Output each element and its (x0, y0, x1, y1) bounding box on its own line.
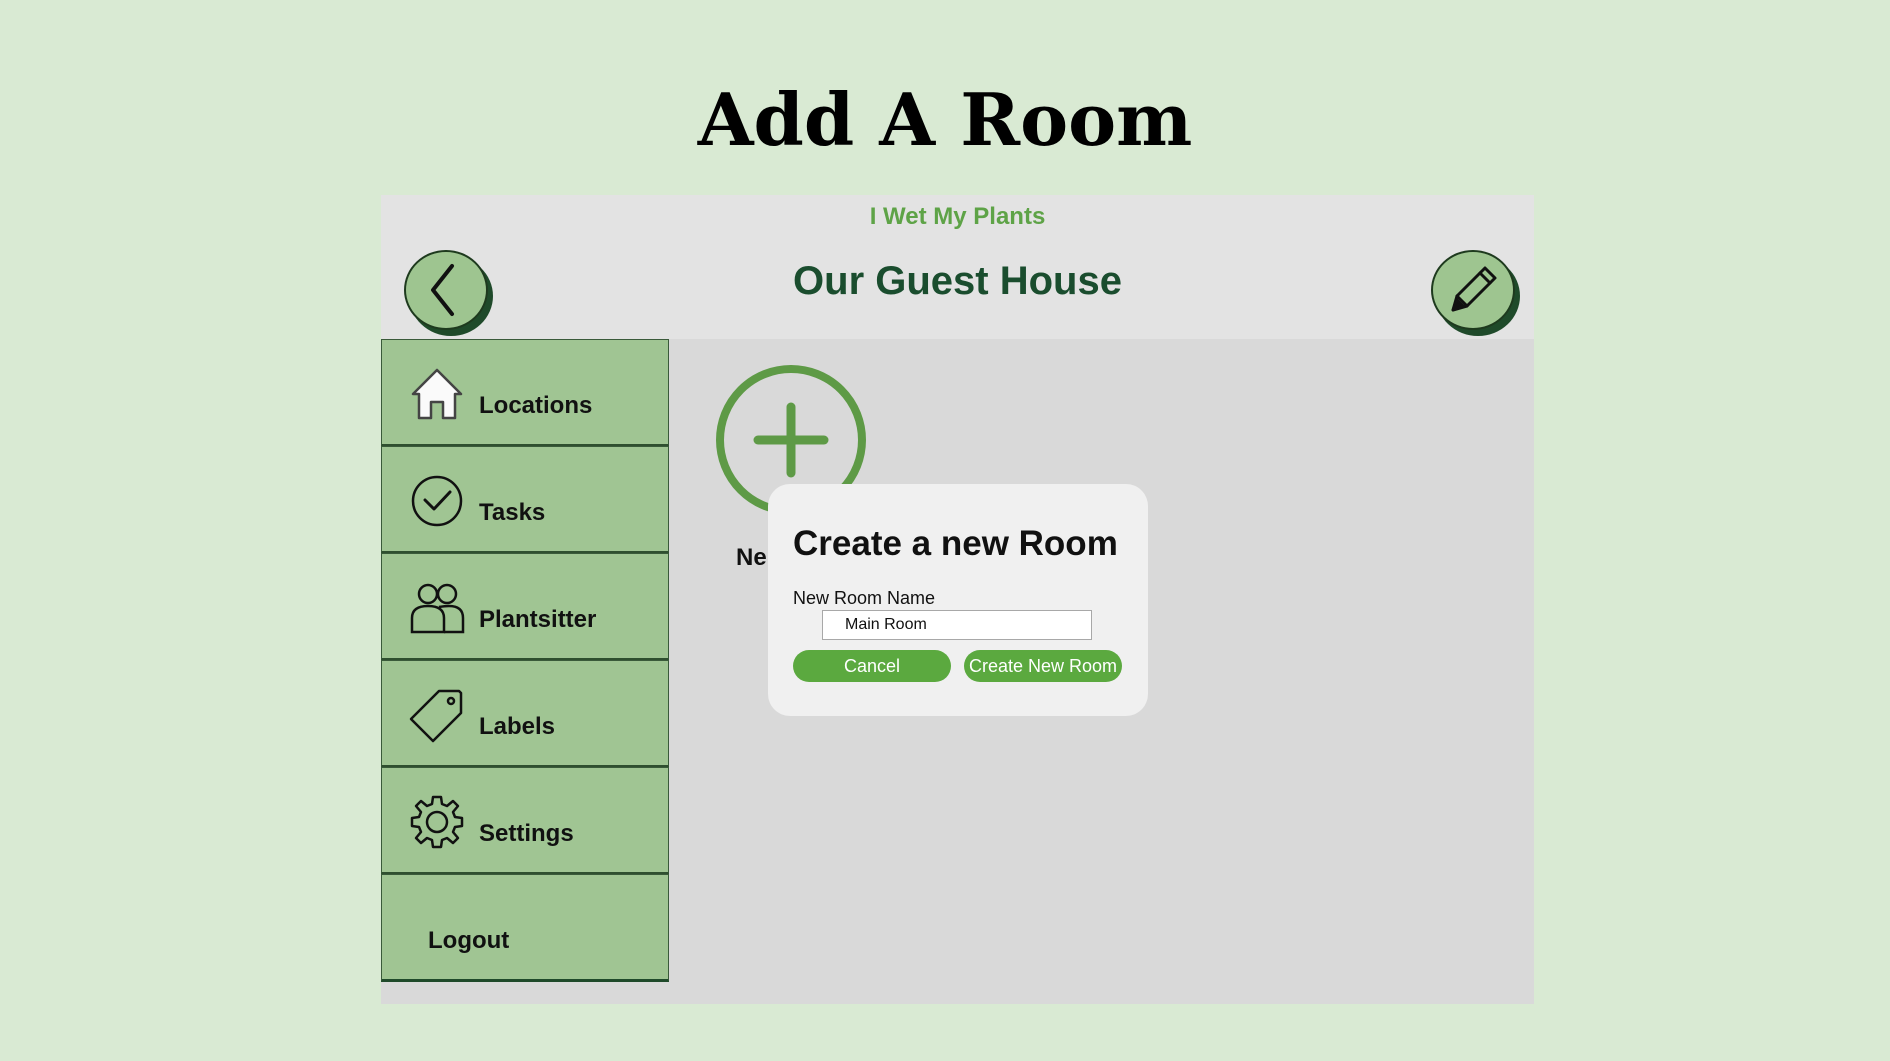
pencil-icon (1451, 266, 1497, 312)
sidebar-item-label: Logout (428, 927, 510, 954)
sidebar-item-plantsitter[interactable]: Plantsitter (381, 553, 669, 660)
cancel-button[interactable]: Cancel (793, 650, 951, 682)
sidebar-item-label: Locations (479, 392, 593, 419)
room-name-input[interactable] (822, 610, 1092, 640)
sidebar-item-label: Settings (479, 820, 574, 847)
page-title: Our Guest House (793, 259, 1122, 303)
add-room-label: Ne (736, 544, 767, 571)
sidebar-item-tasks[interactable]: Tasks (381, 446, 669, 553)
slide-title: Add A Room (697, 77, 1193, 162)
app-window: I Wet My Plants Our Guest House Location… (381, 195, 1534, 1004)
sidebar-item-label: Tasks (479, 499, 546, 526)
home-icon (411, 368, 463, 420)
create-room-button[interactable]: Create New Room (964, 650, 1122, 682)
edit-button[interactable] (1431, 250, 1515, 330)
sidebar-item-settings[interactable]: Settings (381, 767, 669, 874)
sidebar: Locations Tasks Plantsitter Labels Setti… (381, 339, 669, 982)
room-name-label: New Room Name (793, 588, 936, 608)
sidebar-item-locations[interactable]: Locations (381, 339, 669, 446)
users-icon (410, 583, 465, 634)
sidebar-item-logout[interactable]: Logout (381, 874, 669, 982)
tag-icon (409, 689, 463, 743)
create-room-dialog: Create a new Room New Room Name Cancel C… (768, 484, 1148, 716)
chevron-left-icon (431, 264, 454, 316)
sidebar-item-label: Plantsitter (479, 606, 597, 633)
back-button[interactable] (404, 250, 488, 330)
sidebar-item-label: Labels (479, 713, 556, 740)
app-brand: I Wet My Plants (869, 203, 1046, 230)
sidebar-item-labels[interactable]: Labels (381, 660, 669, 767)
app-header: I Wet My Plants Our Guest House (381, 195, 1534, 339)
dialog-title: Create a new Room (793, 524, 1118, 563)
gear-icon (410, 795, 464, 849)
check-circle-icon (411, 475, 463, 527)
